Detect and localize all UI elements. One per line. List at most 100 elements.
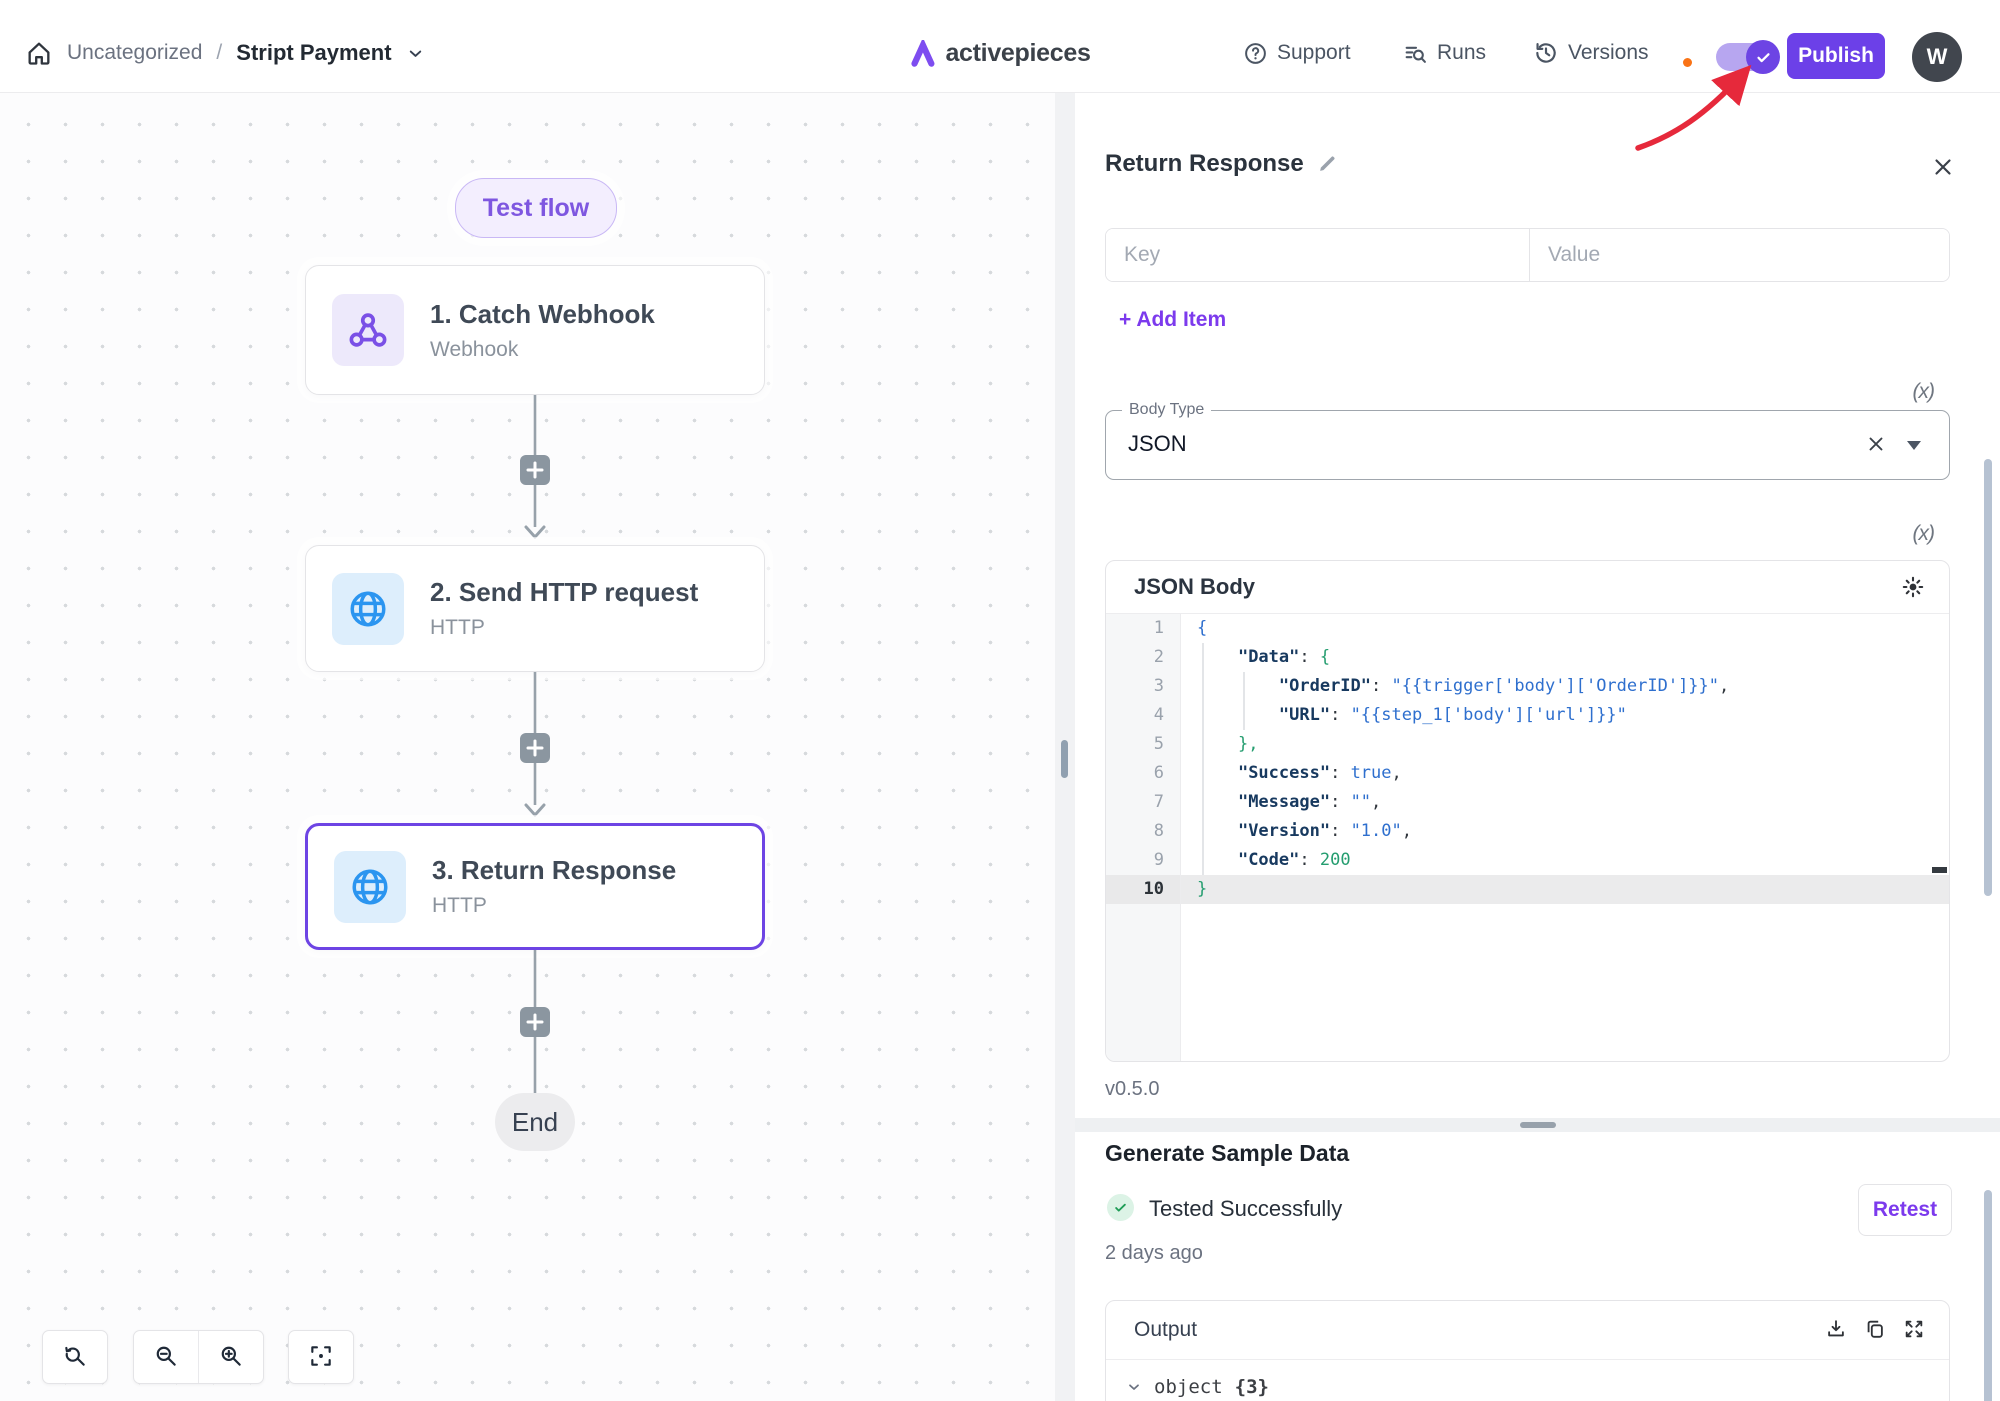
json-body-header: JSON Body: [1106, 561, 1949, 614]
json-body-title: JSON Body: [1134, 574, 1255, 600]
code-line[interactable]: "Success": true,: [1181, 759, 1949, 788]
flow-builder-app: Uncategorized / Stript Payment activepie…: [0, 0, 2000, 1401]
panel-title-row: Return Response: [1105, 150, 1338, 178]
step-subtitle: HTTP: [430, 616, 698, 640]
nav-versions-label: Versions: [1568, 41, 1649, 65]
chevron-down-icon[interactable]: [406, 44, 425, 63]
nav-runs[interactable]: Runs: [1403, 0, 1486, 92]
toggle-knob-check-icon: [1746, 40, 1780, 74]
zoom-out-button[interactable]: [134, 1331, 198, 1381]
download-icon[interactable]: [1825, 1318, 1847, 1340]
webhook-icon: [332, 294, 404, 366]
panel-resize-gutter: [1055, 92, 1075, 1401]
connector: [515, 672, 555, 823]
step-title: 3. Return Response: [432, 855, 676, 886]
user-avatar[interactable]: W: [1912, 32, 1962, 82]
step-title: 1. Catch Webhook: [430, 299, 655, 330]
versions-unpublished-dot: [1683, 58, 1692, 67]
code-line[interactable]: "Code": 200: [1181, 846, 1949, 875]
ai-sparkle-icon[interactable]: [1901, 575, 1925, 599]
copy-icon[interactable]: [1864, 1318, 1886, 1340]
expand-icon[interactable]: [1903, 1318, 1925, 1340]
fit-to-view-button[interactable]: [289, 1331, 353, 1381]
body-type-value: JSON: [1128, 431, 1187, 457]
breadcrumb: Uncategorized / Stript Payment: [25, 0, 425, 92]
nav-support[interactable]: Support: [1243, 0, 1351, 92]
section-resize-handle[interactable]: [1520, 1122, 1556, 1128]
breadcrumb-category[interactable]: Uncategorized: [67, 41, 202, 65]
clear-selection-icon[interactable]: [1865, 433, 1887, 455]
home-icon[interactable]: [25, 39, 53, 67]
code-line-number: 10: [1106, 875, 1180, 904]
flow-name[interactable]: Stript Payment: [236, 40, 391, 66]
section-divider: [1075, 1118, 2000, 1132]
output-card: Output object {3}: [1105, 1300, 1950, 1401]
overview-ruler-marker: [1932, 867, 1947, 873]
output-tree-row[interactable]: object {3}: [1126, 1376, 1949, 1398]
activepieces-logo-icon: [909, 40, 936, 67]
history-icon: [1533, 40, 1559, 66]
generate-sample-data-heading: Generate Sample Data: [1105, 1140, 1349, 1167]
retest-button[interactable]: Retest: [1858, 1184, 1952, 1236]
code-line-number: 6: [1106, 759, 1180, 788]
dynamic-value-icon[interactable]: (x): [1913, 380, 1935, 404]
chevron-down-icon: [1126, 1379, 1142, 1395]
output-node-count: {3}: [1235, 1376, 1269, 1398]
headers-key-value-row: [1105, 228, 1950, 282]
list-search-icon: [1403, 41, 1428, 66]
code-line[interactable]: "Message": "",: [1181, 788, 1949, 817]
zoom-in-button[interactable]: [199, 1331, 263, 1381]
code-line[interactable]: "URL": "{{step_1['body']['url']}}": [1181, 701, 1949, 730]
activepieces-logo: activepieces: [909, 0, 1090, 92]
panel-scrollbar[interactable]: [1984, 459, 1992, 896]
output-node-type: object: [1154, 1376, 1223, 1398]
connector: [515, 950, 555, 1093]
body-type-label: Body Type: [1122, 401, 1211, 419]
success-check-icon: [1107, 1194, 1134, 1221]
activepieces-logo-text: activepieces: [945, 39, 1090, 68]
zoom-controls: [133, 1330, 264, 1384]
panel-title: Return Response: [1105, 150, 1304, 178]
publish-button[interactable]: Publish: [1787, 33, 1885, 79]
flow-canvas[interactable]: Test flow 1. Catch Webhook Webhook: [0, 92, 1055, 1401]
flow-end-node: End: [495, 1093, 575, 1151]
nav-runs-label: Runs: [1437, 41, 1486, 65]
fit-view-control: [288, 1330, 354, 1384]
dynamic-value-icon[interactable]: (x): [1913, 522, 1935, 546]
step-return-response[interactable]: 3. Return Response HTTP: [305, 823, 765, 950]
connector: [515, 395, 555, 545]
nav-versions[interactable]: Versions: [1533, 0, 1649, 92]
code-line[interactable]: {: [1181, 614, 1949, 643]
output-title: Output: [1134, 1318, 1197, 1342]
close-panel-icon[interactable]: [1930, 154, 1956, 180]
code-line[interactable]: "Data": {: [1181, 643, 1949, 672]
body-type-select[interactable]: Body Type JSON: [1105, 410, 1950, 480]
test-flow-button[interactable]: Test flow: [455, 178, 617, 238]
value-input[interactable]: [1530, 229, 1949, 281]
code-line[interactable]: }: [1181, 875, 1949, 904]
question-circle-icon: [1243, 41, 1268, 66]
step-catch-webhook[interactable]: 1. Catch Webhook Webhook: [305, 265, 765, 395]
json-code-editor[interactable]: 12345678910 { "Data": { "OrderID": "{{tr…: [1106, 614, 1949, 1062]
flow-enabled-toggle[interactable]: [1716, 42, 1780, 72]
add-item-link[interactable]: + Add Item: [1119, 308, 1226, 332]
panel-resize-handle[interactable]: [1061, 740, 1068, 778]
code-line-number: 9: [1106, 846, 1180, 875]
code-line[interactable]: "OrderID": "{{trigger['body']['OrderID']…: [1181, 672, 1949, 701]
step-send-http[interactable]: 2. Send HTTP request HTTP: [305, 545, 765, 672]
output-header: Output: [1106, 1301, 1949, 1360]
key-input[interactable]: [1106, 229, 1530, 281]
zoom-reset-button[interactable]: [43, 1331, 107, 1381]
edit-pencil-icon[interactable]: [1316, 153, 1338, 175]
code-line-number: 7: [1106, 788, 1180, 817]
step-title: 2. Send HTTP request: [430, 577, 698, 608]
json-body-card: JSON Body 12345678910 { "Data": { "Order…: [1105, 560, 1950, 1062]
globe-icon: [332, 573, 404, 645]
code-line-number: 3: [1106, 672, 1180, 701]
step-subtitle: HTTP: [432, 894, 676, 918]
sample-scrollbar[interactable]: [1984, 1190, 1992, 1401]
code-line[interactable]: },: [1181, 730, 1949, 759]
dropdown-caret-icon: [1907, 441, 1921, 450]
breadcrumb-separator: /: [216, 41, 222, 65]
code-line[interactable]: "Version": "1.0",: [1181, 817, 1949, 846]
